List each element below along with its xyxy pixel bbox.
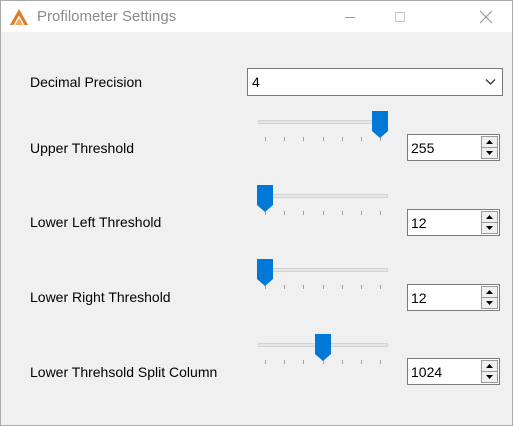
spin-down-icon	[486, 301, 493, 305]
title-bar[interactable]: Profilometer Settings	[1, 1, 512, 32]
spinner-buttons	[481, 211, 498, 234]
slider-thumb[interactable]	[257, 259, 273, 287]
split-column-spinner[interactable]: 1024	[407, 358, 500, 385]
lower-right-threshold-slider[interactable]	[257, 259, 390, 299]
slider-tick	[360, 211, 362, 215]
spin-up-button[interactable]	[482, 287, 497, 298]
slider-tick	[341, 285, 343, 289]
lower-left-threshold-slider[interactable]	[257, 185, 390, 225]
lower-right-threshold-spinner[interactable]: 12	[407, 284, 500, 311]
decimal-precision-label: Decimal Precision	[30, 74, 143, 90]
slider-tick	[380, 211, 381, 215]
slider-tick	[380, 285, 381, 289]
upper-threshold-value: 255	[411, 140, 435, 156]
lower-right-threshold-label: Lower Right Threshold	[30, 289, 171, 305]
spin-up-icon	[486, 290, 493, 294]
spin-down-button[interactable]	[482, 148, 497, 158]
slider-tick	[341, 211, 343, 215]
slider-tick	[303, 360, 305, 364]
upper-threshold-label: Upper Threshold	[30, 140, 135, 156]
slider-tick	[303, 211, 305, 215]
slider-thumb[interactable]	[257, 185, 273, 213]
slider-tick	[284, 137, 286, 141]
slider-tick	[341, 137, 343, 141]
minimize-button[interactable]	[327, 1, 373, 32]
spin-up-button[interactable]	[482, 212, 497, 223]
slider-thumb[interactable]	[314, 334, 331, 362]
chevron-down-icon	[485, 79, 496, 85]
window-title: Profilometer Settings	[37, 8, 177, 25]
split-column-slider[interactable]	[257, 334, 390, 374]
spin-up-icon	[486, 215, 493, 219]
lower-left-threshold-label: Lower Left Threshold	[30, 214, 162, 230]
split-column-value: 1024	[411, 364, 443, 380]
app-icon	[10, 9, 28, 25]
spin-up-button[interactable]	[482, 137, 497, 148]
spinner-buttons	[481, 286, 498, 309]
settings-window: Profilometer Settings Decimal Precision …	[0, 0, 513, 426]
slider-tick	[284, 285, 286, 289]
slider-tick	[265, 137, 266, 141]
slider-tick	[284, 360, 286, 364]
slider-tick	[360, 285, 362, 289]
slider-tick	[360, 137, 362, 141]
spin-up-button[interactable]	[482, 361, 497, 372]
maximize-button[interactable]	[377, 1, 423, 32]
slider-tick	[380, 360, 381, 364]
lower-left-threshold-value: 12	[411, 215, 427, 231]
slider-tick	[265, 360, 266, 364]
slider-tick	[284, 211, 286, 215]
slider-track	[258, 194, 388, 198]
slider-tick	[303, 137, 305, 141]
slider-tick	[322, 137, 324, 141]
spinner-buttons	[481, 360, 498, 383]
upper-threshold-spinner[interactable]: 255	[407, 134, 500, 161]
spin-up-icon	[486, 364, 493, 368]
spin-down-button[interactable]	[482, 223, 497, 233]
lower-left-threshold-spinner[interactable]: 12	[407, 209, 500, 236]
lower-right-threshold-value: 12	[411, 290, 427, 306]
spin-down-icon	[486, 375, 493, 379]
decimal-precision-dropdown[interactable]: 4	[247, 68, 503, 96]
slider-track	[258, 268, 388, 272]
spin-up-icon	[486, 140, 493, 144]
split-column-label: Lower Threhsold Split Column	[30, 364, 218, 380]
slider-tick	[341, 360, 343, 364]
upper-threshold-slider[interactable]	[257, 111, 390, 151]
spin-down-button[interactable]	[482, 298, 497, 308]
maximize-icon	[395, 11, 405, 22]
close-icon	[479, 10, 493, 23]
slider-tick	[360, 360, 362, 364]
slider-tick	[303, 285, 305, 289]
slider-tick	[322, 211, 324, 215]
minimize-icon	[345, 16, 355, 18]
close-button[interactable]	[463, 1, 509, 32]
spin-down-icon	[486, 226, 493, 230]
spin-down-icon	[486, 151, 493, 155]
spin-down-button[interactable]	[482, 372, 497, 382]
slider-thumb[interactable]	[372, 111, 388, 139]
spinner-buttons	[481, 136, 498, 159]
decimal-precision-value: 4	[252, 74, 260, 90]
slider-track	[258, 120, 388, 124]
slider-tick	[322, 285, 324, 289]
